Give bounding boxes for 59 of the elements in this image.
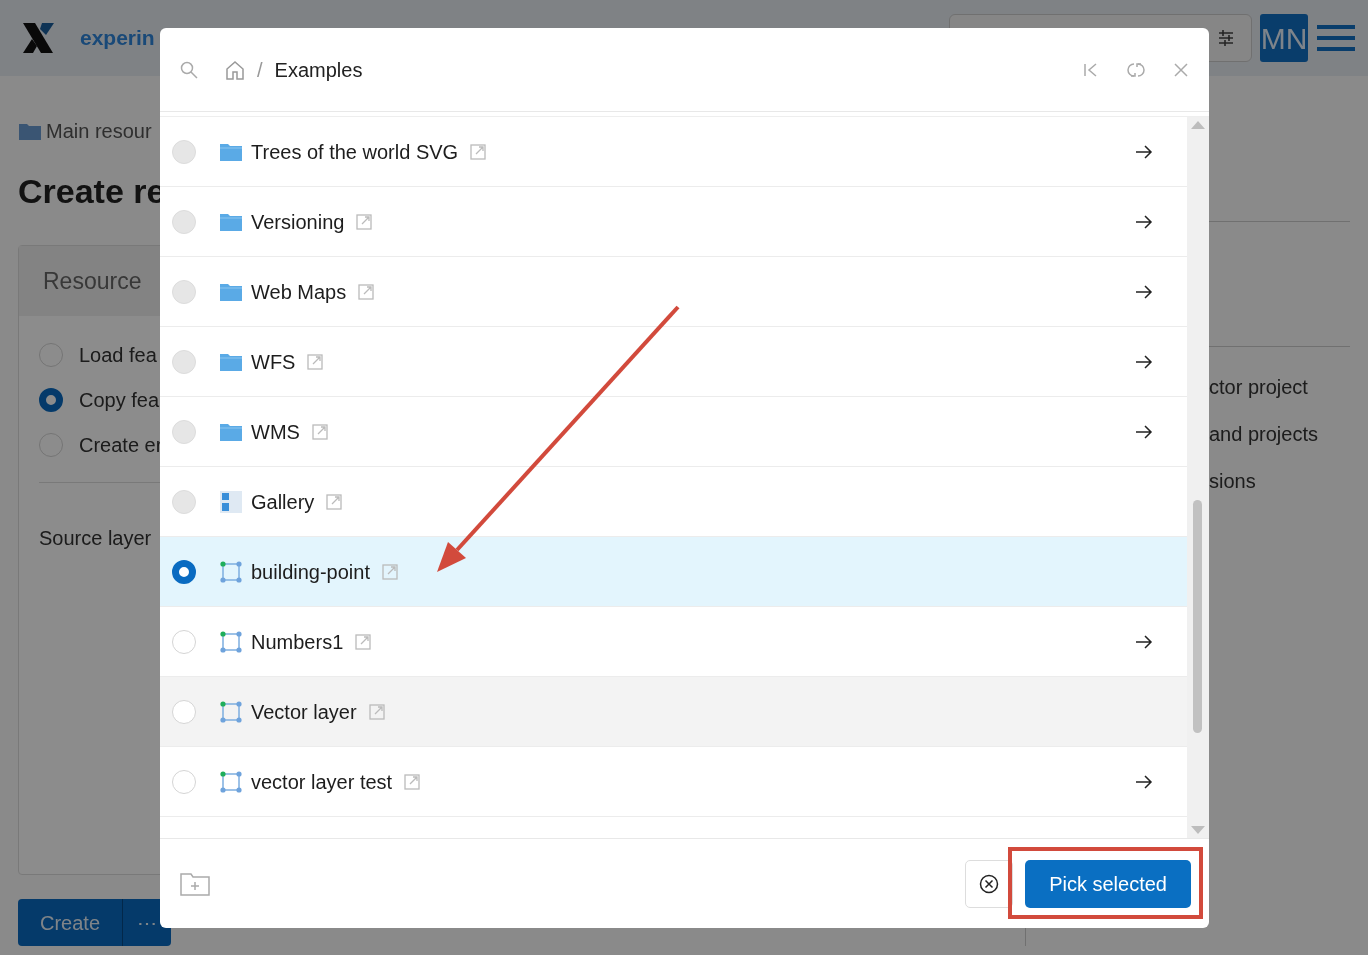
item-name: Vector layer <box>251 699 357 725</box>
arrow-right-icon[interactable] <box>1135 634 1153 649</box>
external-link-icon[interactable] <box>355 633 372 650</box>
radio-button[interactable] <box>39 387 63 412</box>
vector-layer-icon <box>220 770 242 793</box>
folder-icon <box>220 422 242 441</box>
app-name: experin <box>80 25 155 52</box>
folder-icon <box>220 142 242 161</box>
folder-icon <box>220 352 242 371</box>
list-row[interactable]: Vector layer <box>160 677 1187 747</box>
card-title: Resource <box>43 266 142 296</box>
clear-icon <box>979 873 1000 894</box>
gallery-icon <box>220 490 242 513</box>
folder-icon <box>18 121 42 141</box>
pick-selected-button[interactable]: Pick selected <box>1025 859 1191 908</box>
item-name: vector layer test <box>251 769 393 795</box>
list-row[interactable]: building-point <box>160 537 1187 607</box>
side-menu-link[interactable]: sions <box>1209 465 1256 496</box>
item-name: Versioning <box>251 209 345 235</box>
folder-icon <box>220 212 242 231</box>
external-link-icon[interactable] <box>404 773 421 790</box>
scrollbar-thumb[interactable] <box>1193 500 1202 733</box>
arrow-right-icon[interactable] <box>1135 774 1153 789</box>
radio-button[interactable] <box>172 559 196 584</box>
home-icon[interactable] <box>225 59 245 80</box>
scroll-up-icon[interactable] <box>1191 121 1205 129</box>
item-name: Trees of the world SVG <box>251 139 459 165</box>
item-name: WMS <box>251 419 300 445</box>
item-name: Numbers1 <box>251 629 344 655</box>
current-folder: Examples <box>274 57 363 83</box>
menu-icon[interactable] <box>1316 24 1356 52</box>
external-link-icon[interactable] <box>382 563 398 580</box>
folder-icon <box>220 282 242 301</box>
side-menu-link[interactable]: ctor project <box>1209 371 1308 402</box>
breadcrumb-link[interactable]: Main resour <box>46 116 152 146</box>
vector-layer-icon <box>220 560 242 583</box>
list-row[interactable]: vector layer test <box>160 747 1187 817</box>
option-label: Copy fea <box>79 387 160 413</box>
vector-layer-icon <box>220 630 242 653</box>
option-label: Load fea <box>79 342 157 368</box>
filter-icon[interactable] <box>1217 29 1235 47</box>
item-name: building-point <box>251 559 370 585</box>
clear-selection-button[interactable] <box>965 859 1014 908</box>
close-icon[interactable] <box>1173 61 1189 78</box>
search-icon[interactable] <box>180 60 198 79</box>
path-separator: / <box>257 57 263 83</box>
side-menu-link[interactable]: and projects <box>1209 418 1318 449</box>
item-name: WFS <box>251 349 296 375</box>
first-page-icon[interactable] <box>1083 61 1099 78</box>
new-folder-icon[interactable] <box>180 871 210 896</box>
scroll-down-icon[interactable] <box>1191 826 1205 834</box>
option-label: Create er <box>79 432 163 458</box>
item-name: Gallery <box>251 489 315 515</box>
refresh-icon[interactable] <box>1127 60 1145 79</box>
field-label: Source layer <box>38 526 153 551</box>
external-link-icon[interactable] <box>368 703 385 720</box>
logo-icon[interactable] <box>20 21 56 55</box>
vector-layer-icon <box>220 700 242 723</box>
item-name: Web Maps <box>251 279 347 305</box>
